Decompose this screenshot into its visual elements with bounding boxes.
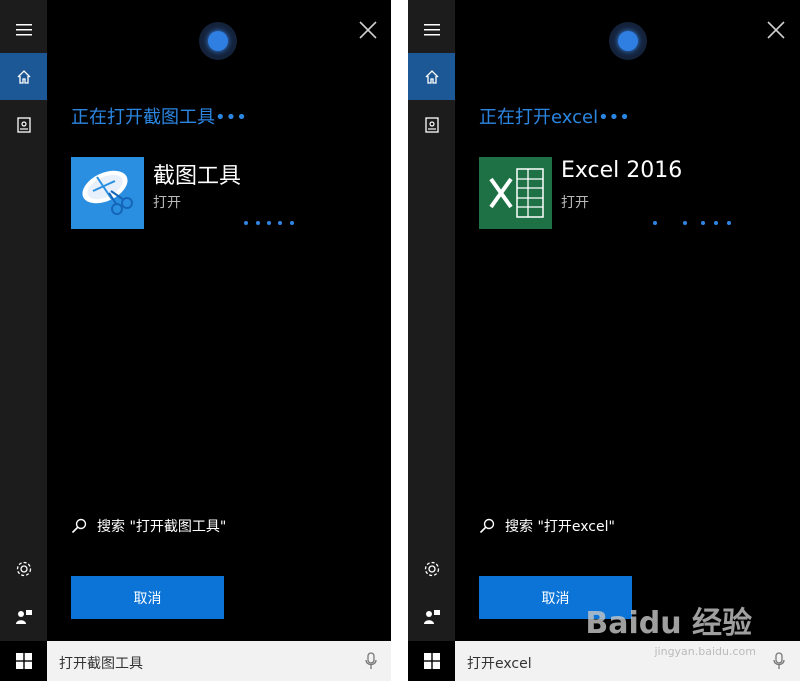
- windows-start-icon: [15, 653, 32, 669]
- start-button[interactable]: [0, 641, 47, 681]
- settings-gear-icon: [424, 561, 439, 576]
- cortana-sidebar: [0, 0, 47, 641]
- excel-app-icon[interactable]: [479, 157, 552, 229]
- menu-button[interactable]: [408, 6, 455, 53]
- windows-start-icon: [423, 653, 440, 669]
- hamburger-icon: [15, 23, 32, 35]
- loading-dots: [653, 221, 733, 229]
- cortana-panel-left: 正在打开截图工具••• 截图工具 打开 搜索 "打开截图工具" 取消 打开截图工…: [0, 0, 391, 681]
- notebook-button[interactable]: [408, 101, 455, 148]
- watermark-site: jingyan.baidu.com: [654, 645, 756, 658]
- opening-status-heading: 正在打开excel•••: [479, 107, 630, 128]
- cortana-sidebar: [408, 0, 455, 641]
- microphone-icon[interactable]: [365, 652, 377, 670]
- feedback-icon: [423, 609, 440, 624]
- home-icon: [17, 69, 30, 84]
- snipping-tool-app-icon[interactable]: [71, 157, 144, 229]
- menu-button[interactable]: [0, 6, 47, 53]
- settings-button[interactable]: [0, 545, 47, 592]
- search-icon: [71, 518, 87, 534]
- close-icon[interactable]: [765, 19, 787, 41]
- settings-button[interactable]: [408, 545, 455, 592]
- cancel-button[interactable]: 取消: [71, 576, 224, 619]
- close-icon[interactable]: [357, 19, 379, 41]
- cortana-content: 正在打开截图工具••• 截图工具 打开 搜索 "打开截图工具" 取消: [47, 0, 391, 641]
- home-icon: [425, 69, 438, 84]
- start-button[interactable]: [408, 641, 455, 681]
- search-icon: [479, 518, 495, 534]
- cortana-content: 正在打开excel••• Excel 2016 打开 搜索 "打开excel" …: [455, 0, 800, 641]
- notebook-icon: [424, 116, 439, 133]
- hamburger-icon: [423, 23, 440, 35]
- cortana-icon: [609, 22, 647, 60]
- app-title[interactable]: Excel 2016: [561, 158, 682, 183]
- loading-dots: [244, 221, 304, 229]
- home-button[interactable]: [0, 53, 47, 100]
- taskbar-search-text[interactable]: 打开截图工具: [59, 653, 143, 673]
- microphone-icon[interactable]: [773, 652, 785, 670]
- feedback-icon: [15, 609, 32, 624]
- taskbar-search-text[interactable]: 打开excel: [467, 653, 532, 673]
- feedback-button[interactable]: [408, 593, 455, 640]
- settings-gear-icon: [16, 561, 31, 576]
- home-button[interactable]: [408, 53, 455, 100]
- feedback-button[interactable]: [0, 593, 47, 640]
- app-subtitle: 打开: [153, 195, 181, 211]
- search-hint-text: 搜索 "打开截图工具": [97, 519, 227, 535]
- notebook-icon: [16, 116, 31, 133]
- web-search-hint[interactable]: 搜索 "打开excel": [479, 516, 615, 536]
- web-search-hint[interactable]: 搜索 "打开截图工具": [71, 516, 226, 536]
- taskbar-search-box[interactable]: 打开截图工具: [47, 641, 391, 681]
- search-hint-text: 搜索 "打开excel": [505, 519, 615, 535]
- app-subtitle: 打开: [561, 195, 589, 211]
- cortana-panel-right: 正在打开excel••• Excel 2016 打开 搜索 "打开excel" …: [408, 0, 800, 681]
- app-title[interactable]: 截图工具: [153, 158, 241, 190]
- baidu-jingyan-watermark: Baidu 经验: [585, 606, 752, 641]
- notebook-button[interactable]: [0, 101, 47, 148]
- cortana-icon: [199, 22, 237, 60]
- opening-status-heading: 正在打开截图工具•••: [71, 107, 247, 128]
